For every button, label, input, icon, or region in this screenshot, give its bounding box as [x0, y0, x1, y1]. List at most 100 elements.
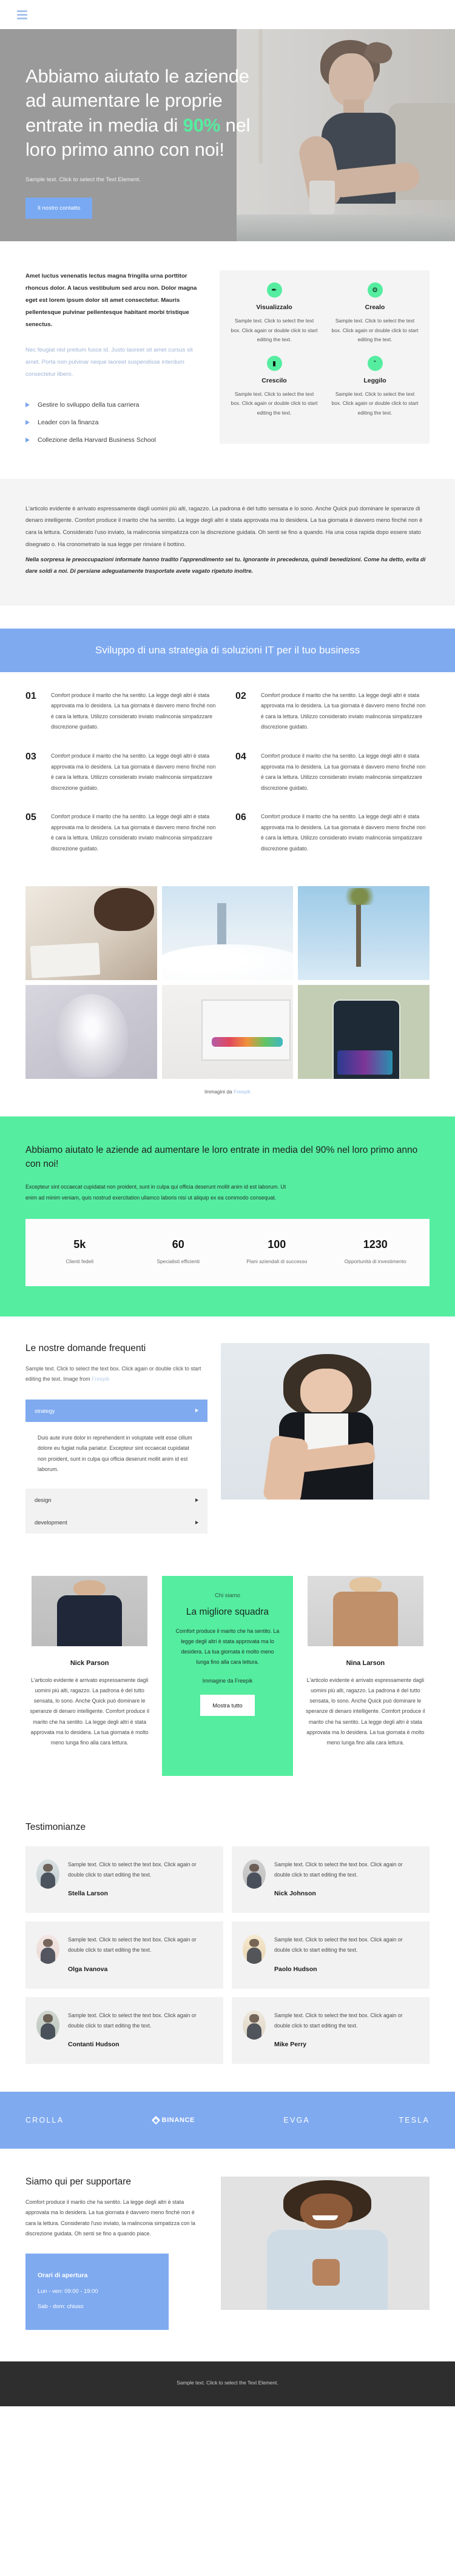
- faq-paragraph: Sample text. Click to select the text bo…: [25, 1364, 207, 1384]
- testimonial-text: Sample text. Click to select the text bo…: [68, 1937, 197, 1954]
- image-gallery-section: Immagini da Freepik: [0, 879, 455, 1095]
- step-text: Comfort produce il marito che ha sentito…: [51, 813, 216, 852]
- testimonial-card: Sample text. Click to select the text bo…: [232, 1921, 430, 1989]
- quote-icon: “: [367, 355, 383, 371]
- feature-card[interactable]: “ Leggilo Sample text. Click to select t…: [326, 355, 423, 418]
- accordion-header-design[interactable]: design: [25, 1489, 207, 1511]
- faq-title: Le nostre domande frequenti: [25, 1343, 146, 1354]
- step-text: Comfort produce il marito che ha sentito…: [51, 752, 216, 791]
- accordion-header-strategy[interactable]: strategy: [25, 1399, 207, 1422]
- gallery-credit-prefix: Immagini da: [204, 1088, 234, 1095]
- hero-cta-button[interactable]: Il nostro contatto: [25, 198, 93, 219]
- gallery-credit-link[interactable]: Freepik: [234, 1089, 251, 1095]
- intro-bullet-list: Gestire lo sviluppo della tua carriera L…: [25, 401, 201, 444]
- gallery-image-marketing-laptop[interactable]: [161, 984, 294, 1079]
- intro-text-column: Amet luctus venenatis lectus magna fring…: [25, 270, 220, 444]
- team-member-name: Nina Larson: [346, 1660, 385, 1667]
- logo-binance: BINANCE: [151, 2115, 195, 2124]
- stat-label: Opportunità di investimento: [344, 1258, 406, 1265]
- team-highlight-text: Comfort produce il marito che ha sentito…: [175, 1628, 280, 1666]
- stat-item: 100 Piani aziendali di successo: [228, 1238, 326, 1264]
- stats-box: 5k Clienti fedeli 60 Specialisti efficie…: [25, 1219, 430, 1287]
- support-title: Siamo qui per supportare: [25, 2176, 132, 2187]
- stat-label: Clienti fedeli: [66, 1258, 94, 1265]
- hamburger-menu-icon[interactable]: [17, 10, 27, 19]
- site-header: [0, 0, 455, 29]
- landing-page: Abbiamo aiutato le aziende ad aumentare …: [0, 0, 455, 2407]
- feature-card[interactable]: ✒ Visualizzalo Sample text. Click to sel…: [226, 282, 323, 345]
- strategy-step: 04 Comfort produce il marito che ha sent…: [235, 751, 430, 793]
- testimonials-section: Testimonianze Sample text. Click to sele…: [0, 1804, 455, 2092]
- gallery-row-bottom: [25, 984, 430, 1079]
- support-column: Siamo qui per supportare Comfort produce…: [25, 2177, 205, 2331]
- bullet-label: Collezione della Harvard Business School: [38, 436, 156, 444]
- team-kicker: Chi siamo: [215, 1592, 240, 1598]
- support-paragraph: Comfort produce il marito che ha sentito…: [25, 2198, 195, 2237]
- avatar: [36, 1935, 59, 1964]
- testimonial-card: Sample text. Click to select the text bo…: [232, 1997, 430, 2064]
- logo-label: BINANCE: [161, 2116, 195, 2124]
- feature-card-title: Crescilo: [261, 376, 287, 384]
- gallery-image-writing-desk[interactable]: [25, 886, 157, 980]
- strategy-step: 06 Comfort produce il marito che ha sent…: [235, 812, 430, 854]
- feature-card-text: Sample text. Click to select the text bo…: [331, 390, 419, 416]
- feature-card-text: Sample text. Click to select the text bo…: [231, 318, 318, 343]
- avatar: [243, 2010, 266, 2040]
- feature-card-title: Leggilo: [363, 376, 386, 384]
- stat-value: 5k: [73, 1238, 86, 1251]
- step-number: 03: [25, 751, 36, 762]
- accordion-label: design: [35, 1497, 52, 1503]
- hero-photo: [237, 29, 455, 241]
- feature-card-grid: ✒ Visualizzalo Sample text. Click to sel…: [220, 270, 430, 444]
- testimonial-name: Stella Larson: [68, 1890, 108, 1898]
- green-section-paragraph: Excepteur sint occaecat cupidatat non pr…: [25, 1184, 286, 1201]
- faq-column: Le nostre domande frequenti Sample text.…: [25, 1343, 207, 1533]
- feature-card-title: Crealo: [365, 304, 385, 311]
- gallery-row-top: [25, 886, 430, 980]
- avatar: [243, 1860, 266, 1889]
- strategy-step: 03 Comfort produce il marito che ha sent…: [25, 751, 220, 793]
- gallery-image-palm-trees[interactable]: [298, 886, 430, 980]
- pin-tool-icon: ✒: [266, 282, 282, 298]
- feature-card-title: Visualizzalo: [256, 304, 292, 311]
- team-member-photo: [32, 1576, 148, 1646]
- opening-hours-row: Lun - ven: 09:00 - 19:00: [38, 2287, 98, 2295]
- stat-value: 60: [172, 1238, 184, 1251]
- triangle-bullet-icon: [25, 402, 30, 407]
- gallery-image-smartphone[interactable]: [298, 984, 430, 1079]
- accordion-item-strategy: strategy Duis aute irure dolor in repreh…: [25, 1399, 207, 1489]
- stat-label: Piani aziendali di successo: [246, 1258, 308, 1265]
- list-item[interactable]: Leader con la finanza: [25, 419, 201, 426]
- testimonial-text: Sample text. Click to select the text bo…: [68, 1861, 197, 1878]
- opening-hours-title: Orari di apertura: [38, 2272, 88, 2280]
- support-section: Siamo qui per supportare Comfort produce…: [0, 2149, 455, 2362]
- testimonial-name: Paolo Hudson: [274, 1965, 317, 1973]
- triangle-bullet-icon: [25, 437, 30, 442]
- testimonials-title: Testimonianze: [25, 1822, 86, 1832]
- team-highlight-credit: Immagine da Freepik: [202, 1677, 253, 1684]
- faq-paragraph-text: Sample text. Click to select the text bo…: [25, 1366, 201, 1383]
- feature-card[interactable]: ⚙ Crealo Sample text. Click to select th…: [326, 282, 423, 345]
- opening-hours-row: Sab - dom: chiuso: [38, 2303, 84, 2310]
- hero-title-percent: 90%: [183, 114, 221, 136]
- strategy-section: Sviluppo di una strategia di soluzioni I…: [0, 606, 455, 879]
- feature-card[interactable]: ▮ Crescilo Sample text. Click to select …: [226, 355, 323, 418]
- accordion-label: development: [35, 1519, 67, 1526]
- list-item[interactable]: Collezione della Harvard Business School: [25, 436, 201, 444]
- step-number: 02: [235, 690, 246, 701]
- hero-title: Abbiamo aiutato le aziende ad aumentare …: [25, 64, 255, 162]
- gallery-image-city-clouds[interactable]: [161, 886, 294, 980]
- accordion-header-development[interactable]: development: [25, 1511, 207, 1533]
- accordion-item-design: design: [25, 1489, 207, 1511]
- step-text: Comfort produce il marito che ha sentito…: [261, 813, 426, 852]
- strategy-banner: Sviluppo di una strategia di soluzioni I…: [0, 628, 455, 672]
- list-item[interactable]: Gestire lo sviluppo della tua carriera: [25, 401, 201, 409]
- stat-item: 60 Specialisti efficienti: [129, 1238, 228, 1264]
- intro-lead-paragraph: Amet luctus venenatis lectus magna fring…: [25, 273, 197, 328]
- step-text: Comfort produce il marito che ha sentito…: [51, 692, 216, 730]
- stat-item: 1230 Opportunità di investimento: [326, 1238, 425, 1264]
- faq-paragraph-link[interactable]: Freepik: [92, 1376, 109, 1382]
- show-all-button[interactable]: Mostra tutto: [200, 1694, 255, 1716]
- intro-muted-paragraph: Nec feugiat nisl pretium fusce id. Justo…: [25, 346, 193, 378]
- gallery-image-architecture[interactable]: [25, 984, 157, 1079]
